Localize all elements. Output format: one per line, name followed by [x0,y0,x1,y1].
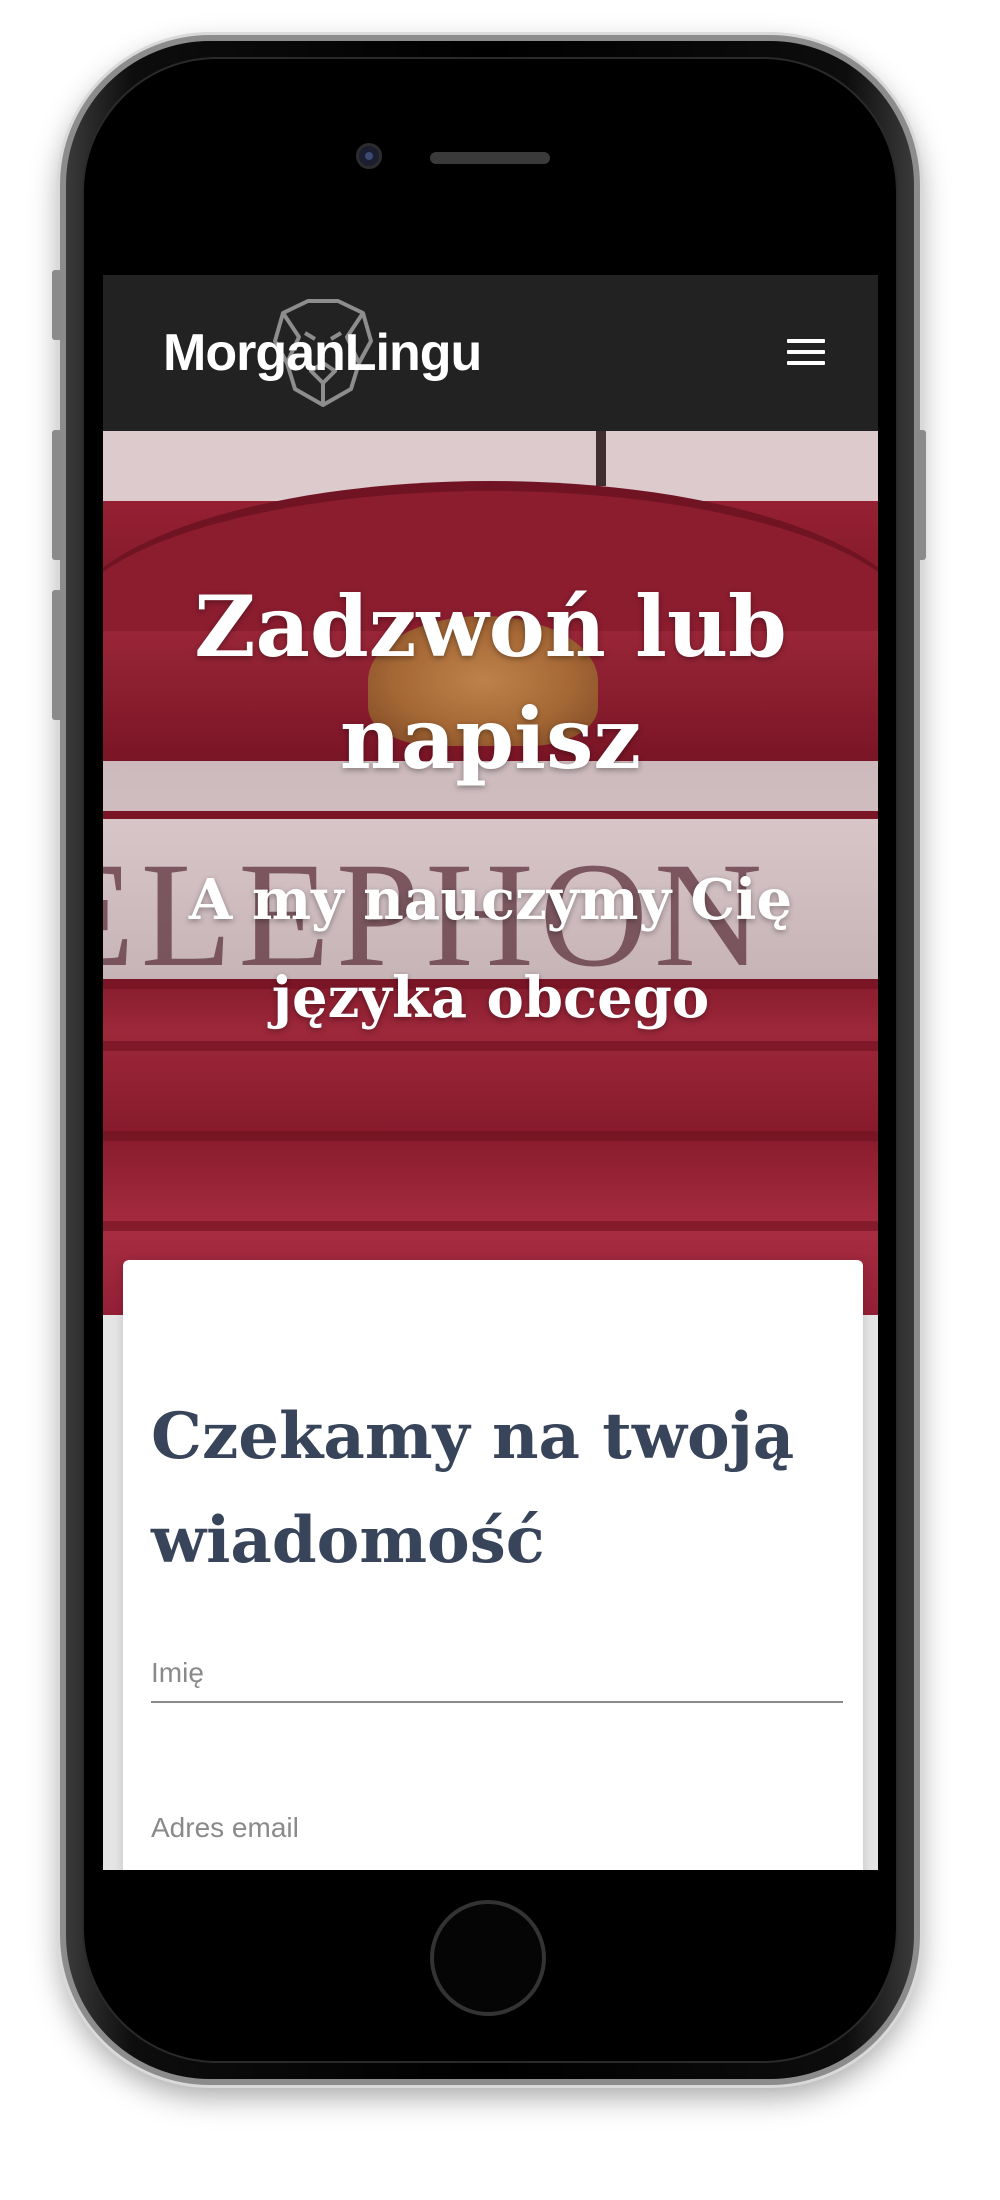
phone-screen: MorganLingu ELEPHON Zadzwoń lub napisz A… [103,275,878,1870]
earpiece-speaker [430,152,550,164]
site-logo-text[interactable]: MorganLingu [163,323,482,383]
hero-title: Zadzwoń lub napisz [194,577,787,788]
hero-section: ELEPHON Zadzwoń lub napisz A my nauczymy… [103,431,878,1315]
hamburger-menu-icon[interactable] [787,339,825,367]
volume-down-button [52,590,62,720]
volume-up-button [52,430,62,560]
name-input[interactable] [151,1657,843,1703]
front-camera [356,143,382,169]
power-button [916,430,926,560]
contact-form-card: Czekamy na twoją wiadomość [123,1260,863,1870]
site-header: MorganLingu [103,275,878,431]
menu-line [787,361,825,365]
mute-switch [52,270,62,340]
contact-form-title: Czekamy na twoją wiadomość [151,1399,795,1578]
home-button[interactable] [430,1900,546,2016]
menu-line [787,350,825,354]
hero-subtitle: A my nauczymy Cię języka obcego [188,867,793,1031]
email-input[interactable] [151,1812,843,1856]
menu-line [787,339,825,343]
